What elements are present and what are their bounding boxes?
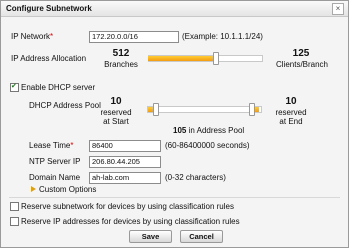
- pool-end-label-1: reserved: [275, 108, 307, 117]
- domain-name-input[interactable]: ah-lab.com: [89, 172, 161, 184]
- allocation-slider-handle[interactable]: [213, 52, 219, 65]
- enable-dhcp-checkbox[interactable]: [10, 82, 19, 92]
- configure-subnetwork-dialog: Configure Subnetwork × IP Network* 172.2…: [0, 0, 349, 248]
- domain-name-label: Domain Name: [29, 173, 81, 182]
- pool-end-label-2: at End: [279, 117, 303, 126]
- custom-options-link[interactable]: Custom Options: [39, 185, 96, 194]
- ip-allocation-label: IP Address Allocation: [11, 54, 87, 63]
- divider: [9, 197, 340, 198]
- pool-start-label-1: reserved: [100, 108, 132, 117]
- clients-value: 125: [292, 48, 310, 59]
- enable-dhcp-label: Enable DHCP server: [21, 83, 96, 92]
- pool-slider-track[interactable]: [147, 106, 262, 113]
- allocation-slider-fill: [148, 56, 215, 61]
- branches-label: Branches: [104, 60, 138, 69]
- ip-network-example: (Example: 10.1.1.1/24): [182, 32, 263, 41]
- dialog-title: Configure Subnetwork: [6, 4, 92, 13]
- domain-name-hint: (0-32 characters): [165, 173, 226, 182]
- pool-address-count: 105 in Address Pool: [173, 126, 245, 135]
- close-icon[interactable]: ×: [332, 3, 344, 15]
- branches-value: 512: [112, 48, 130, 59]
- pool-slider-start-handle[interactable]: [153, 103, 159, 116]
- clients-label: Clients/Branch: [275, 60, 329, 69]
- save-button[interactable]: Save: [129, 230, 172, 243]
- lease-time-input[interactable]: 86400: [89, 140, 161, 152]
- lease-time-hint: (60-86400000 seconds): [165, 141, 250, 150]
- reserve-ip-label: Reserve IP addresses for devices by usin…: [21, 217, 240, 226]
- reserve-ip-checkbox[interactable]: [10, 217, 19, 226]
- cancel-button[interactable]: Cancel: [180, 230, 223, 243]
- pool-end-value: 10: [285, 96, 297, 107]
- title-bar: Configure Subnetwork ×: [1, 1, 348, 17]
- pool-slider-end-handle[interactable]: [249, 103, 255, 116]
- reserve-subnetwork-label: Reserve subnetwork for devices by using …: [21, 202, 234, 211]
- dhcp-pool-label: DHCP Address Pool: [29, 101, 101, 110]
- pool-start-label-2: at Start: [103, 117, 129, 126]
- lease-time-label: Lease Time*: [29, 141, 74, 150]
- ntp-server-label: NTP Server IP: [29, 157, 81, 166]
- reserve-subnetwork-checkbox[interactable]: [10, 202, 19, 211]
- ip-network-input[interactable]: 172.20.0.0/16: [89, 31, 179, 43]
- expand-triangle-icon[interactable]: [31, 186, 36, 192]
- ntp-server-input[interactable]: 206.80.44.205: [89, 156, 161, 168]
- ip-network-label: IP Network*: [11, 32, 54, 41]
- pool-start-value: 10: [110, 96, 122, 107]
